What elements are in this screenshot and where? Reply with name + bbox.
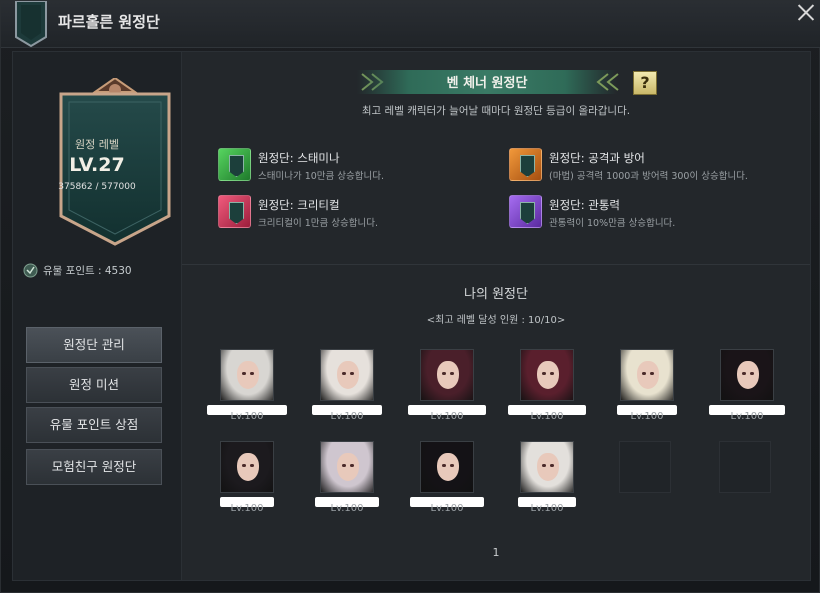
expedition-emblem-icon [15, 1, 47, 47]
section-divider [182, 264, 810, 265]
buff-desc: (마법) 공격력 1000과 방어력 300이 상승합니다. [549, 171, 748, 182]
main-panel: 벤 체너 원정단 ? 최고 레벨 캐릭터가 늘어날 때마다 원정단 등급이 올라… [181, 51, 811, 581]
character-slot[interactable]: Lv.100 [312, 349, 382, 422]
expedition-manage-button[interactable]: 원정단 관리 [26, 327, 162, 363]
expedition-level: LV.27 [69, 154, 125, 176]
character-level: Lv.100 [330, 411, 364, 422]
buff-stamina: 원정단: 스태미나 스태미나가 10만큼 상승합니다. [218, 148, 498, 184]
relic-shop-button[interactable]: 유물 포인트 상점 [26, 407, 162, 443]
character-level: Lv.100 [530, 503, 564, 514]
character-slot[interactable]: Lv.100 [709, 349, 785, 422]
buff-title: 원정단: 공격과 방어 [549, 151, 645, 165]
buff-title: 원정단: 크리티컬 [258, 198, 340, 212]
relic-points-text: 유물 포인트 : 4530 [43, 264, 132, 277]
character-level: Lv.100 [430, 503, 464, 514]
character-slot[interactable]: Lv.100 [315, 441, 379, 514]
character-portrait[interactable] [220, 441, 274, 493]
character-slot[interactable]: Lv.100 [410, 441, 484, 514]
sidebar: 원정 레벨 LV.27 375862 / 577000 유물 포인트 : 453… [12, 51, 182, 581]
character-level: Lv.100 [730, 411, 764, 422]
character-slot[interactable]: Lv.100 [518, 441, 576, 514]
character-portrait[interactable] [420, 441, 474, 493]
buff-penetration: 원정단: 관통력 관통력이 10%만큼 상승합니다. [509, 195, 789, 231]
character-slot[interactable]: Lv.100 [617, 349, 677, 422]
character-level: Lv.100 [430, 411, 464, 422]
character-portrait[interactable] [520, 441, 574, 493]
empty-character-slot [719, 441, 771, 493]
character-level: Lv.100 [230, 411, 264, 422]
max-level-count: <최고 레벨 달성 인원 : 10/10> [426, 315, 566, 326]
relic-points: 유물 포인트 : 4530 [23, 261, 132, 279]
expedition-mission-button[interactable]: 원정 미션 [26, 367, 162, 403]
buff-desc: 스태미나가 10만큼 상승합니다. [258, 171, 385, 182]
help-button[interactable]: ? [633, 71, 657, 95]
header-description: 최고 레벨 캐릭터가 늘어날 때마다 원정단 등급이 올라갑니다. [361, 105, 631, 117]
character-portrait[interactable] [320, 349, 374, 401]
buff-desc: 크리티컬이 1만큼 상승합니다. [258, 218, 378, 229]
penetration-buff-icon [509, 195, 542, 228]
window-title: 파르홀른 원정단 [58, 13, 160, 31]
character-portrait[interactable] [720, 349, 774, 401]
my-expedition-title: 나의 원정단 [464, 287, 528, 302]
close-icon[interactable] [795, 1, 817, 23]
empty-character-slot [619, 441, 671, 493]
character-portrait[interactable] [520, 349, 574, 401]
critical-buff-icon [218, 195, 251, 228]
character-level: Lv.100 [530, 411, 564, 422]
chevron-right-icon [596, 73, 619, 91]
character-portrait[interactable] [220, 349, 274, 401]
character-slot[interactable]: Lv.100 [220, 441, 274, 514]
attack-defense-buff-icon [509, 148, 542, 181]
buff-attack-defense: 원정단: 공격과 방어 (마법) 공격력 1000과 방어력 300이 상승합니… [509, 148, 789, 184]
character-portrait[interactable] [320, 441, 374, 493]
expedition-exp: 375862 / 577000 [58, 182, 136, 192]
character-portrait[interactable] [420, 349, 474, 401]
character-level: Lv.100 [630, 411, 664, 422]
character-level: Lv.100 [330, 503, 364, 514]
expedition-name: 벤 체너 원정단 [446, 76, 528, 91]
stamina-buff-icon [218, 148, 251, 181]
character-portrait[interactable] [620, 349, 674, 401]
buff-title: 원정단: 스태미나 [258, 151, 340, 165]
buff-title: 원정단: 관통력 [549, 198, 621, 212]
buff-critical: 원정단: 크리티컬 크리티컬이 1만큼 상승합니다. [218, 195, 498, 231]
expedition-level-label: 원정 레벨 [75, 138, 119, 151]
buff-desc: 관통력이 10%만큼 상승합니다. [549, 218, 676, 229]
friend-expedition-button[interactable]: 모험친구 원정단 [26, 449, 162, 485]
character-slot[interactable]: Lv.100 [508, 349, 586, 422]
page-number[interactable]: 1 [182, 546, 810, 559]
character-slot[interactable]: Lv.100 [207, 349, 287, 422]
relic-icon [23, 263, 38, 277]
character-level: Lv.100 [230, 503, 264, 514]
title-bar: 파르홀른 원정단 [1, 1, 820, 48]
character-slot[interactable]: Lv.100 [408, 349, 486, 422]
expedition-window: 파르홀른 원정단 원정 레벨 LV.27 375862 / 577000 유물 … [0, 0, 820, 593]
